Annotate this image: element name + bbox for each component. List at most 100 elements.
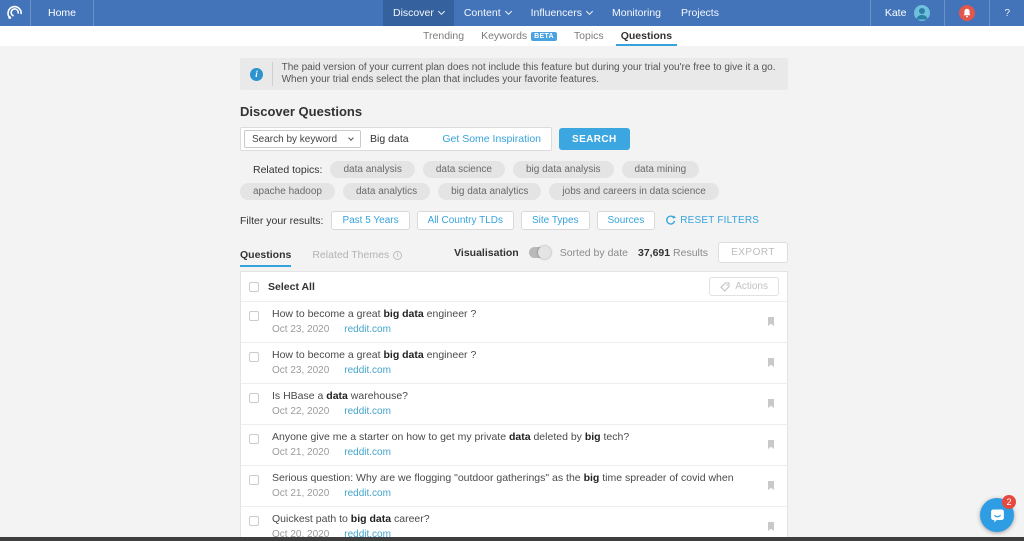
chat-launcher-button[interactable]: 2 (980, 495, 1016, 532)
export-button[interactable]: EXPORT (718, 242, 788, 263)
question-date: Oct 22, 2020 (272, 406, 330, 417)
question-meta: Oct 22, 2020 reddit.com (272, 406, 767, 417)
tab-related-themes[interactable]: Related Themes i (312, 249, 403, 267)
bell-icon (959, 5, 976, 21)
subnav-tab[interactable]: Keywords BETA (481, 26, 557, 46)
related-topic-chip[interactable]: jobs and careers in data science (549, 183, 719, 200)
question-checkbox[interactable] (249, 352, 259, 362)
question-title[interactable]: Is HBase a data warehouse? (272, 390, 767, 403)
question-source-link[interactable]: reddit.com (344, 447, 391, 458)
nav-menu-item[interactable]: Projects (671, 0, 729, 26)
question-row: Is HBase a data warehouse? Oct 22, 2020 … (241, 383, 787, 424)
search-box: Search by keyword Get Some Inspiration (240, 127, 552, 151)
search-input[interactable] (361, 133, 443, 145)
question-checkbox[interactable] (249, 393, 259, 403)
question-row: How to become a great big data engineer … (241, 301, 787, 342)
question-source-link[interactable]: reddit.com (344, 488, 391, 499)
question-row: How to become a great big data engineer … (241, 342, 787, 383)
nav-menu-item[interactable]: Influencers (521, 0, 602, 26)
help-button[interactable]: ? (990, 8, 1024, 19)
user-name: Kate (884, 7, 907, 19)
nav-menu-label: Discover (393, 7, 434, 19)
subnav-tab[interactable]: Trending (423, 26, 464, 46)
search-mode-select[interactable]: Search by keyword (244, 130, 362, 148)
filter-button[interactable]: Past 5 Years (331, 211, 410, 230)
question-checkbox[interactable] (249, 311, 259, 321)
related-topic-chip[interactable]: apache hadoop (240, 183, 335, 200)
subnav-tab-label: Topics (573, 30, 604, 42)
filter-button[interactable]: Site Types (521, 211, 590, 230)
toggle-knob (537, 246, 551, 259)
app-logo[interactable] (0, 0, 31, 26)
filter-label: Filter your results: (240, 214, 324, 227)
sorted-by-label[interactable]: Sorted by date (560, 247, 628, 259)
select-all-checkbox[interactable] (249, 281, 259, 292)
top-navbar: Home Discover Content Influencers Monito… (0, 0, 1024, 26)
subnav-tab[interactable]: Topics (574, 26, 604, 46)
related-topic-chip[interactable]: big data analysis (513, 161, 614, 178)
question-checkbox[interactable] (249, 516, 259, 526)
results-controls: Visualisation Sorted by date 37,691 Resu… (454, 242, 788, 267)
visualisation-toggle[interactable] (528, 246, 551, 259)
nav-menu-label: Projects (681, 7, 719, 19)
related-topic-chip[interactable]: big data analytics (438, 183, 542, 200)
nav-home[interactable]: Home (31, 0, 95, 26)
subnav-tabs: Trending Keywords BETA Topics Questions (423, 26, 678, 46)
avatar (914, 5, 931, 21)
question-body: Is HBase a data warehouse? Oct 22, 2020 … (272, 390, 767, 417)
subnav: Trending Keywords BETA Topics Questions (0, 26, 1024, 46)
inspiration-link[interactable]: Get Some Inspiration (442, 133, 551, 145)
question-body: Anyone give me a starter on how to get m… (272, 431, 767, 458)
question-row: Anyone give me a starter on how to get m… (241, 424, 787, 465)
info-icon: i (250, 67, 263, 81)
related-topic-chip[interactable]: data analysis (330, 161, 415, 178)
results-count: 37,691 Results (638, 247, 708, 259)
question-title[interactable]: Anyone give me a starter on how to get m… (272, 431, 767, 444)
question-checkbox[interactable] (249, 475, 259, 485)
question-body: How to become a great big data engineer … (272, 308, 767, 335)
bottom-edge-strip (0, 537, 1024, 541)
subnav-tab[interactable]: Questions (615, 26, 678, 46)
filter-button[interactable]: Sources (596, 211, 656, 230)
bookmark-icon[interactable] (767, 357, 775, 368)
question-title[interactable]: How to become a great big data engineer … (272, 349, 767, 362)
filter-button[interactable]: All Country TLDs (416, 211, 514, 230)
related-topic-chip[interactable]: data science (422, 161, 505, 178)
question-date: Oct 23, 2020 (272, 324, 330, 335)
question-title[interactable]: How to become a great big data engineer … (272, 308, 767, 321)
results-count-number: 37,691 (638, 246, 671, 259)
actions-button[interactable]: Actions (709, 277, 779, 296)
question-body: How to become a great big data engineer … (272, 349, 767, 376)
reset-filters-button[interactable]: RESET FILTERS (665, 215, 759, 226)
nav-menu-item[interactable]: Monitoring (602, 0, 671, 26)
user-menu[interactable]: Kate (869, 0, 945, 26)
bookmark-icon[interactable] (767, 480, 775, 491)
question-body: Serious question: Why are we flogging "o… (272, 472, 767, 499)
related-topics: Related topics: data analysis data scienc… (240, 161, 788, 200)
question-source-link[interactable]: reddit.com (344, 365, 391, 376)
search-button[interactable]: SEARCH (559, 128, 630, 150)
question-source-link[interactable]: reddit.com (344, 324, 391, 335)
bookmark-icon[interactable] (767, 316, 775, 327)
notifications-button[interactable] (944, 0, 991, 26)
beta-badge: BETA (531, 31, 557, 41)
info-circle-icon: i (393, 250, 403, 260)
question-checkbox[interactable] (249, 434, 259, 444)
bookmark-icon[interactable] (767, 521, 775, 532)
question-title[interactable]: Serious question: Why are we flogging "o… (272, 472, 767, 485)
related-topic-chip[interactable]: data analytics (342, 183, 431, 200)
question-source-link[interactable]: reddit.com (344, 406, 391, 417)
nav-menu-item[interactable]: Content (454, 0, 521, 26)
related-topic-chip[interactable]: data mining (621, 161, 700, 178)
bookmark-icon[interactable] (767, 398, 775, 409)
swirl-logo-icon (7, 5, 22, 19)
question-date: Oct 23, 2020 (272, 365, 330, 376)
chevron-down-icon (437, 7, 445, 16)
bookmark-icon[interactable] (767, 439, 775, 450)
nav-menu-label: Monitoring (612, 7, 662, 19)
results-count-word: Results (673, 246, 709, 259)
search-row: Search by keyword Get Some Inspiration S… (240, 127, 788, 151)
nav-menu-item[interactable]: Discover (383, 0, 454, 26)
question-title[interactable]: Quickest path to big data career? (272, 513, 767, 526)
tab-questions[interactable]: Questions (240, 249, 292, 267)
